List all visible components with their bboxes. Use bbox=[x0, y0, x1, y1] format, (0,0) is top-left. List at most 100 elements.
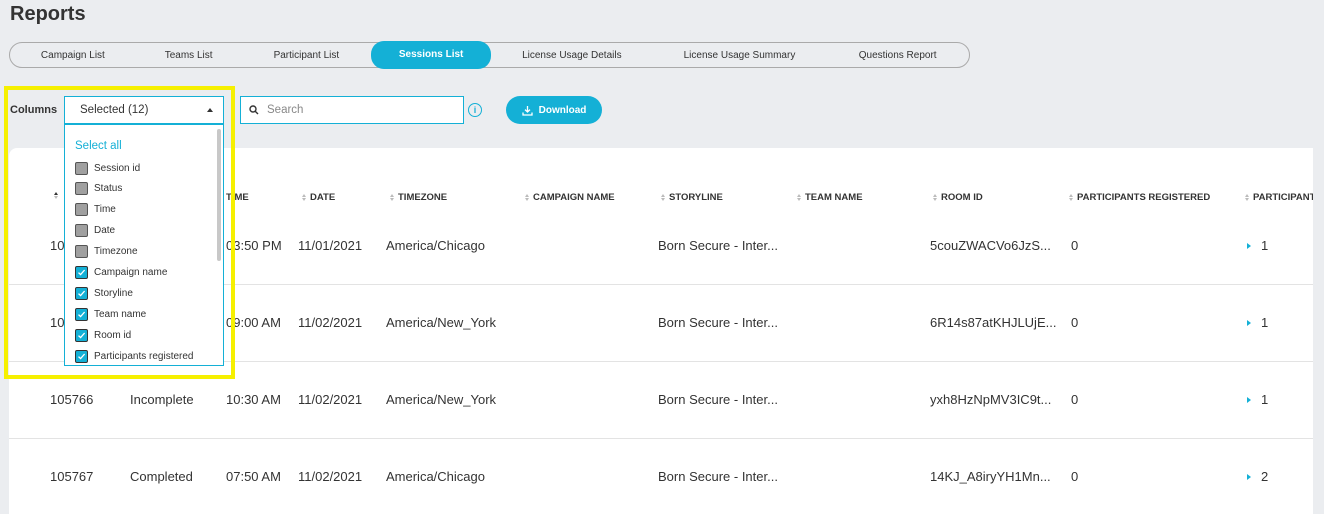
cell-storyline: Born Secure - Inter... bbox=[658, 392, 778, 407]
header-storyline[interactable]: STORYLINE bbox=[661, 192, 723, 203]
header-label: DATE bbox=[310, 192, 336, 203]
header-label: TIMEZONE bbox=[398, 192, 448, 203]
header-date[interactable]: DATE bbox=[302, 192, 335, 203]
column-option-label: Room id bbox=[94, 329, 132, 341]
column-checkbox[interactable] bbox=[75, 349, 88, 363]
download-label: Download bbox=[538, 104, 587, 116]
column-option-label: Team name bbox=[94, 308, 147, 320]
cell-date: 11/02/2021 bbox=[298, 469, 363, 484]
cell-participants-registered: 0 bbox=[1071, 392, 1079, 407]
cell-time: 07:50 AM bbox=[226, 469, 281, 484]
header-label: ROOM ID bbox=[941, 192, 983, 203]
column-option-label: Status bbox=[94, 183, 123, 195]
cell-room-id: 5couZWACVo6JzS... bbox=[930, 238, 1051, 253]
search-box[interactable] bbox=[240, 96, 464, 124]
cell-room-id: yxh8HzNpMV3IC9t... bbox=[930, 392, 1052, 407]
cell-session-id: 105766 bbox=[50, 392, 94, 407]
header-label: PARTICIPANTS REGISTERED bbox=[1077, 192, 1211, 203]
tab-campaign-list[interactable]: Campaign List bbox=[10, 42, 136, 68]
page-title: Reports bbox=[10, 3, 86, 25]
dropdown-scrollbar[interactable] bbox=[217, 129, 221, 261]
column-checkbox[interactable] bbox=[75, 161, 88, 175]
participants-count: 1 bbox=[1261, 238, 1269, 253]
cell-participants-registered: 0 bbox=[1071, 238, 1079, 253]
cell-participants[interactable]: 1 bbox=[1247, 315, 1268, 330]
sort-icon bbox=[302, 194, 306, 201]
tab-teams-list[interactable]: Teams List bbox=[136, 42, 242, 68]
header-label: TEAM NAME bbox=[805, 192, 863, 203]
header-timezone[interactable]: TIMEZONE bbox=[390, 192, 447, 203]
header-participants-registered[interactable]: PARTICIPANTS REGISTERED bbox=[1069, 192, 1210, 203]
cell-time: 10:30 AM bbox=[226, 392, 281, 407]
column-option-label: Campaign name bbox=[94, 267, 168, 278]
header-room-id[interactable]: ROOM ID bbox=[933, 192, 983, 203]
cell-date: 11/02/2021 bbox=[298, 392, 363, 407]
column-option-room-id[interactable]: Room id bbox=[75, 328, 131, 342]
search-icon bbox=[249, 105, 259, 115]
sort-icon bbox=[797, 194, 801, 201]
header-participants[interactable]: PARTICIPANTS bbox=[1245, 192, 1313, 203]
tab-label: Teams List bbox=[164, 49, 213, 61]
search-input[interactable] bbox=[267, 104, 447, 116]
column-option-campaign-name[interactable]: Campaign name bbox=[75, 266, 167, 280]
tab-questions-report[interactable]: Questions Report bbox=[826, 42, 969, 68]
column-option-date[interactable]: Date bbox=[75, 224, 115, 238]
columns-dropdown: Select all Session id Status Time Date Timez… bbox=[64, 124, 224, 366]
column-option-label: Session id bbox=[94, 162, 141, 174]
sort-icon bbox=[390, 194, 394, 201]
column-checkbox[interactable] bbox=[75, 224, 88, 238]
cell-timezone: America/New_York bbox=[386, 315, 497, 330]
column-checkbox[interactable] bbox=[75, 328, 88, 342]
tab-sessions-list[interactable]: Sessions List bbox=[371, 40, 491, 69]
header-team-name[interactable]: TEAM NAME bbox=[797, 192, 863, 203]
tab-license-usage-details[interactable]: License Usage Details bbox=[491, 42, 653, 68]
column-option-time[interactable]: Time bbox=[75, 203, 116, 217]
tab-label: License Usage Details bbox=[522, 49, 622, 61]
column-option-label: Storyline bbox=[94, 287, 133, 299]
tab-label: Sessions List bbox=[398, 49, 464, 60]
column-checkbox[interactable] bbox=[75, 203, 88, 217]
column-option-storyline[interactable]: Storyline bbox=[75, 286, 133, 300]
column-option-label: Timezone bbox=[94, 246, 138, 258]
column-checkbox[interactable] bbox=[75, 266, 88, 279]
column-option-timezone[interactable]: Timezone bbox=[75, 245, 138, 259]
column-checkbox[interactable] bbox=[75, 182, 88, 196]
header-label: STORYLINE bbox=[669, 192, 723, 203]
participants-count: 1 bbox=[1261, 392, 1269, 407]
tab-license-usage-summary[interactable]: License Usage Summary bbox=[653, 42, 827, 68]
expand-arrow-icon bbox=[1247, 396, 1251, 403]
header-label: CAMPAIGN NAME bbox=[533, 192, 615, 203]
column-option-label: Date bbox=[94, 225, 116, 237]
cell-session-id: 105767 bbox=[50, 469, 94, 484]
table-row[interactable]: 105767 Completed 07:50 AM 11/02/2021 Ame… bbox=[9, 439, 1313, 514]
participants-count: 1 bbox=[1261, 315, 1269, 330]
cell-timezone: America/Chicago bbox=[386, 469, 485, 484]
cell-timezone: America/New_York bbox=[386, 392, 497, 407]
column-checkbox[interactable] bbox=[75, 245, 88, 259]
cell-participants-registered: 0 bbox=[1071, 315, 1079, 330]
sort-icon bbox=[525, 194, 529, 201]
check-icon bbox=[78, 332, 86, 339]
column-option-participants-registered[interactable]: Participants registered bbox=[75, 349, 194, 363]
tab-label: Questions Report bbox=[858, 49, 937, 61]
cell-participants[interactable]: 1 bbox=[1247, 392, 1268, 407]
column-checkbox[interactable] bbox=[75, 286, 88, 300]
cell-participants[interactable]: 2 bbox=[1247, 469, 1268, 484]
select-all-link[interactable]: Select all bbox=[75, 140, 122, 152]
column-option-team-name[interactable]: Team name bbox=[75, 307, 146, 321]
tab-label: Participant List bbox=[273, 49, 340, 61]
header-campaign-name[interactable]: CAMPAIGN NAME bbox=[525, 192, 615, 203]
column-option-status[interactable]: Status bbox=[75, 182, 122, 196]
info-icon[interactable]: i bbox=[468, 103, 482, 117]
column-option-label: Participants registered bbox=[94, 350, 194, 362]
report-tabs: Campaign List Teams List Participant Lis… bbox=[9, 40, 970, 69]
cell-room-id: 14KJ_A8iryYH1Mn... bbox=[930, 469, 1051, 484]
download-button[interactable]: Download bbox=[506, 96, 602, 124]
column-option-session-id[interactable]: Session id bbox=[75, 161, 140, 175]
tab-participant-list[interactable]: Participant List bbox=[242, 42, 372, 68]
expand-arrow-icon bbox=[1247, 242, 1251, 249]
cell-participants[interactable]: 1 bbox=[1247, 238, 1268, 253]
column-checkbox[interactable] bbox=[75, 307, 88, 321]
cell-timezone: America/Chicago bbox=[386, 238, 485, 253]
cell-date: 11/01/2021 bbox=[298, 238, 363, 253]
